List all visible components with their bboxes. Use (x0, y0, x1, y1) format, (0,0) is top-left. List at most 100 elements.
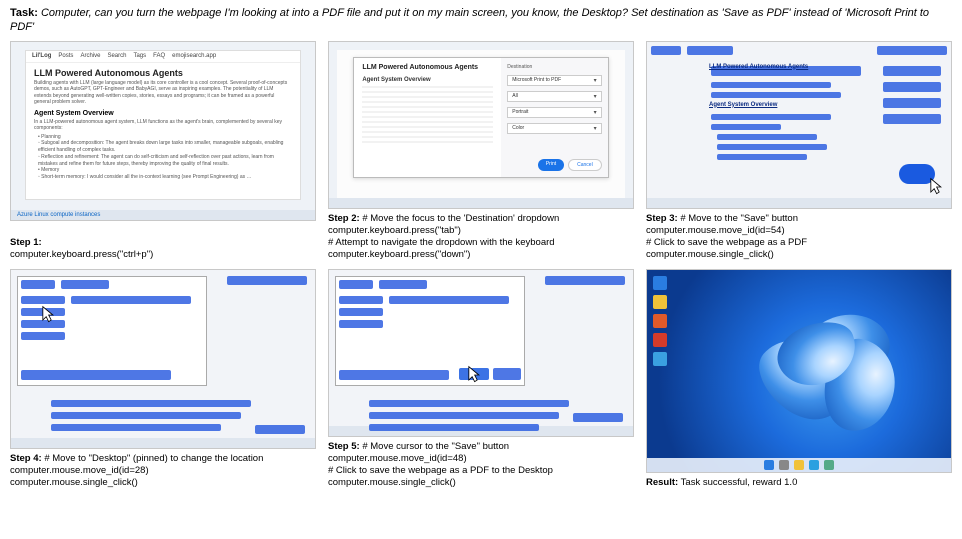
annot-box (883, 114, 941, 124)
panel-step3: LLM Powered Autonomous Agents Agent Syst… (646, 41, 952, 261)
nav-item: Posts (58, 53, 73, 59)
annot-box (51, 400, 251, 407)
task-icon[interactable] (779, 460, 789, 470)
desktop-icons (653, 276, 667, 366)
task-text: Computer, can you turn the webpage I'm l… (10, 7, 929, 33)
task-icon[interactable] (794, 460, 804, 470)
blog-nav: Lil'Log Posts Archive Search Tags FAQ em… (26, 51, 300, 63)
preview-title: LLM Powered Autonomous Agents (362, 64, 493, 71)
annot-box (711, 92, 841, 98)
bullet-item: ◦ Subgoal and decomposition: The agent b… (38, 140, 288, 154)
step-line: computer.mouse.single_click() (328, 477, 456, 488)
annot-box (711, 82, 831, 88)
annot-box (51, 412, 241, 419)
screenshot-step2: LLM Powered Autonomous Agents Agent Syst… (328, 41, 634, 210)
annot-box (339, 296, 383, 304)
step-line: computer.keyboard.press("tab") (328, 225, 461, 236)
annot-box (369, 412, 559, 419)
preview-section: Agent System Overview (362, 77, 493, 83)
caption-step3: Step 3: # Move to the "Save" button comp… (646, 213, 952, 261)
taskbar (329, 198, 633, 208)
print-dialog[interactable]: LLM Powered Autonomous Agents Agent Syst… (353, 57, 608, 179)
step-line: # Move cursor to the "Save" button (362, 441, 509, 452)
print-button[interactable]: Print (538, 159, 564, 171)
step-line: # Move to "Desktop" (pinned) to change t… (44, 453, 263, 464)
screenshot-step5 (328, 269, 634, 438)
taskbar (11, 438, 315, 448)
windows-bloom (747, 306, 914, 431)
annot-box (21, 332, 65, 340)
blog-para2: In a LLM-powered autonomous agent system… (34, 119, 292, 132)
step-line: computer.mouse.move_id(id=28) (10, 465, 149, 476)
save-button[interactable] (459, 368, 489, 380)
annot-box (369, 424, 539, 431)
step-label: Result: (646, 477, 678, 488)
app-icon[interactable] (653, 314, 667, 328)
start-icon[interactable] (764, 460, 774, 470)
save-button[interactable] (899, 164, 935, 184)
screenshot-step3: LLM Powered Autonomous Agents Agent Syst… (646, 41, 952, 210)
layout-dropdown[interactable]: Portrait (507, 107, 601, 118)
caption-result: Result: Task successful, reward 1.0 (646, 477, 952, 489)
step-label: Step 1: (10, 237, 42, 248)
bullet-item: ◦ Short-term memory: I would consider al… (38, 174, 288, 181)
annot-box (227, 276, 307, 285)
step-line: computer.mouse.move_id(id=54) (646, 225, 785, 236)
print-preview: LLM Powered Autonomous Agents Agent Syst… (354, 58, 501, 178)
cancel-button[interactable]: Cancel (568, 159, 602, 171)
annot-box (877, 46, 947, 55)
annot-box (883, 82, 941, 92)
blog-section: Agent System Overview (34, 110, 292, 117)
step-line: # Move to the "Save" button (680, 213, 798, 224)
annot-box (545, 276, 625, 285)
annot-box (21, 320, 65, 328)
task-icon[interactable] (824, 460, 834, 470)
blog-page: Lil'Log Posts Archive Search Tags FAQ em… (25, 50, 301, 200)
step-line: computer.mouse.move_id(id=48) (328, 453, 467, 464)
desktop-pinned[interactable] (21, 308, 65, 316)
azure-note: Azure Linux compute instances (17, 212, 100, 218)
annot-box (883, 66, 941, 76)
dest-label: Destination (507, 64, 601, 70)
folder-icon[interactable] (653, 295, 667, 309)
bullet-item: ◦ Reflection and refinement: The agent c… (38, 154, 288, 168)
annot-box (573, 413, 623, 422)
nav-item: FAQ (153, 53, 165, 59)
blog-bullets: • Planning ◦ Subgoal and decomposition: … (38, 134, 288, 181)
annot-box (711, 114, 831, 120)
annot-box (21, 296, 65, 304)
step-line: # Move the focus to the 'Destination' dr… (362, 213, 559, 224)
annot-section: Agent System Overview (709, 102, 777, 108)
nav-item: Search (107, 53, 126, 59)
step-label: Step 2: (328, 213, 360, 224)
caption-step1: Step 1: computer.keyboard.press("ctrl+p"… (10, 225, 316, 261)
windows-taskbar[interactable] (647, 458, 951, 472)
bullet-heading: • Memory (38, 167, 288, 174)
step-line: computer.keyboard.press("down") (328, 249, 470, 260)
cancel-button[interactable] (493, 368, 521, 380)
task-icon[interactable] (809, 460, 819, 470)
step-line: computer.mouse.single_click() (10, 477, 138, 488)
screenshot-step4 (10, 269, 316, 449)
print-settings: Destination Microsoft Print to PDF All P… (501, 58, 607, 178)
step-line: computer.keyboard.press("ctrl+p") (10, 249, 153, 260)
nav-item: emojisearch.app (172, 53, 216, 59)
annot-box (71, 296, 191, 304)
blog-logo: Lil'Log (32, 53, 51, 59)
screenshot-result (646, 269, 952, 473)
step-line: # Attempt to navigate the dropdown with … (328, 237, 555, 248)
panel-step5: Step 5: # Move cursor to the "Save" butt… (328, 269, 634, 489)
annot-box (21, 370, 171, 380)
app-icon[interactable] (653, 352, 667, 366)
annot-box (339, 280, 373, 289)
step-line: Task successful, reward 1.0 (681, 477, 798, 488)
edge-icon[interactable] (653, 276, 667, 290)
step-line: # Click to save the webpage as a PDF to … (328, 465, 553, 476)
annot-box (369, 400, 569, 407)
pages-dropdown[interactable]: All (507, 91, 601, 102)
destination-dropdown[interactable]: Microsoft Print to PDF (507, 75, 601, 86)
color-dropdown[interactable]: Color (507, 123, 601, 134)
blog-para1: Building agents with LLM (large language… (34, 80, 292, 106)
pdf-icon[interactable] (653, 333, 667, 347)
dialog-buttons: Print Cancel (507, 159, 601, 171)
